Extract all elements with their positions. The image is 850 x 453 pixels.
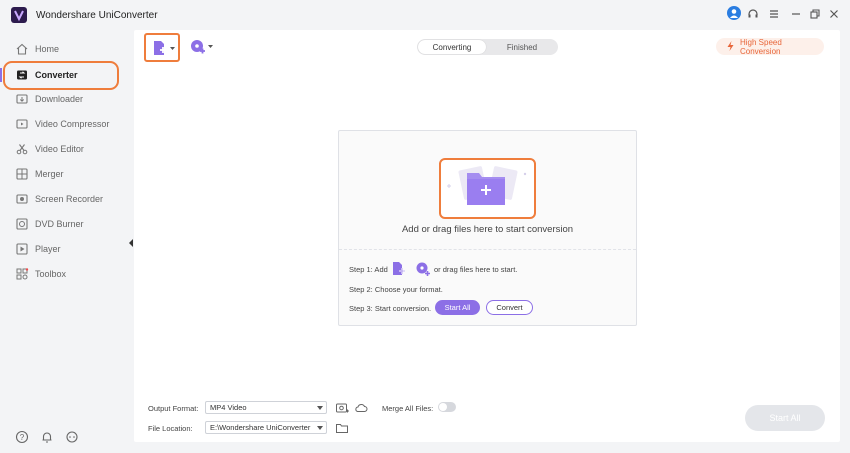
feedback-icon[interactable] — [65, 430, 79, 444]
high-speed-label: High Speed Conversion — [740, 37, 782, 56]
add-files-drop-button[interactable] — [439, 158, 536, 219]
load-dvd-icon — [191, 40, 213, 54]
file-location-label: File Location: — [148, 424, 193, 433]
sidebar-item-player[interactable]: Player — [0, 238, 134, 260]
high-speed-conversion-button[interactable]: High Speed Conversion — [716, 37, 824, 56]
step1-prefix: Step 1: Add — [349, 265, 388, 274]
folder-icon[interactable] — [335, 421, 349, 435]
active-indicator — [0, 68, 2, 82]
file-location-value: E:\Wondershare UniConverter — [210, 423, 311, 432]
folder-add-icon — [447, 166, 527, 205]
output-format-select[interactable]: MP4 Video — [205, 401, 327, 414]
convert-button[interactable]: Convert — [486, 300, 533, 315]
step2-text: Step 2: Choose your format. — [349, 285, 443, 294]
load-dvd-icon[interactable] — [415, 261, 431, 277]
converter-highlight-ring — [3, 61, 119, 90]
disc-icon — [15, 217, 29, 231]
minimize-icon[interactable] — [789, 6, 803, 22]
close-icon[interactable] — [827, 6, 841, 22]
sidebar-item-home[interactable]: Home — [0, 38, 134, 60]
record-icon — [15, 192, 29, 206]
merge-all-toggle[interactable] — [438, 402, 456, 412]
start-all-button[interactable]: Start All — [435, 300, 480, 315]
sidebar-item-label: Video Editor — [35, 144, 84, 154]
restore-icon[interactable] — [808, 6, 822, 22]
menu-icon[interactable] — [767, 6, 781, 22]
chevron-down-icon — [317, 406, 323, 410]
output-format-value: MP4 Video — [210, 403, 247, 412]
sidebar-item-video-compressor[interactable]: Video Compressor — [0, 113, 134, 135]
account-avatar[interactable] — [727, 6, 741, 20]
start-all-main-button[interactable]: Start All — [745, 405, 825, 431]
app-title: Wondershare UniConverter — [36, 10, 158, 21]
tab-finished[interactable]: Finished — [487, 40, 557, 54]
sidebar-item-screen-recorder[interactable]: Screen Recorder — [0, 188, 134, 210]
sidebar-item-label: Toolbox — [35, 269, 67, 279]
sidebar-item-label: Screen Recorder — [35, 194, 104, 204]
sidebar-item-label: Merger — [35, 169, 64, 179]
status-tabs: Converting Finished — [417, 39, 558, 55]
notification-bell-icon[interactable] — [40, 430, 54, 444]
file-location-select[interactable]: E:\Wondershare UniConverter — [205, 421, 327, 434]
add-file-icon — [154, 41, 175, 55]
sidebar: Home Converter Downloader Video Compress… — [0, 30, 134, 453]
main-panel: Converting Finished High Speed Conversio… — [134, 30, 840, 442]
lightning-icon — [727, 41, 734, 51]
support-icon[interactable] — [746, 6, 760, 22]
tab-converting[interactable]: Converting — [418, 40, 486, 54]
title-bar: Wondershare UniConverter — [0, 0, 850, 30]
cloud-icon[interactable] — [354, 401, 368, 415]
merge-icon — [15, 167, 29, 181]
compress-icon — [15, 117, 29, 131]
sidebar-item-label: Home — [35, 44, 60, 54]
merge-all-label: Merge All Files: — [382, 404, 434, 413]
scissors-icon — [15, 142, 29, 156]
home-icon — [15, 42, 29, 56]
sidebar-item-label: Player — [35, 244, 61, 254]
help-icon[interactable]: ? — [15, 430, 29, 444]
sidebar-item-label: Video Compressor — [35, 119, 110, 129]
grid-icon — [15, 267, 29, 281]
divider — [339, 249, 636, 250]
app-logo — [11, 7, 27, 23]
output-format-label: Output Format: — [148, 404, 199, 413]
step3-text: Step 3: Start conversion. — [349, 304, 432, 313]
drop-zone[interactable]: Add or drag files here to start conversi… — [338, 130, 637, 326]
drop-zone-text: Add or drag files here to start conversi… — [401, 224, 574, 235]
add-files-button[interactable] — [144, 33, 180, 62]
load-dvd-button[interactable] — [190, 38, 218, 56]
sidebar-item-video-editor[interactable]: Video Editor — [0, 138, 134, 160]
sidebar-item-label: DVD Burner — [35, 219, 84, 229]
sidebar-item-toolbox[interactable]: Toolbox — [0, 263, 134, 285]
chevron-down-icon — [317, 426, 323, 430]
add-file-icon[interactable] — [391, 261, 407, 277]
play-icon — [15, 242, 29, 256]
download-icon — [15, 92, 29, 106]
sidebar-item-downloader[interactable]: Downloader — [0, 88, 134, 110]
sidebar-item-dvd-burner[interactable]: DVD Burner — [0, 213, 134, 235]
step1-suffix: or drag files here to start. — [434, 265, 518, 274]
format-settings-icon[interactable] — [335, 401, 349, 415]
sidebar-item-merger[interactable]: Merger — [0, 163, 134, 185]
svg-text:?: ? — [20, 433, 25, 442]
sidebar-item-label: Downloader — [35, 94, 84, 104]
